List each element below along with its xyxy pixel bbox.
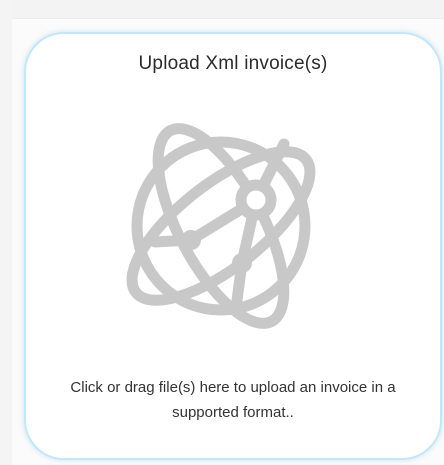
atom-globe-icon [126,123,316,329]
panel-top-edge [12,0,444,19]
file-dropzone[interactable]: Upload Xml invoice(s) Click or drag file… [24,32,442,460]
page: Upload Xml invoice(s) Click or drag file… [0,0,444,465]
dropzone-hint: Click or drag file(s) here to upload an … [70,379,396,421]
dropzone-title: Upload Xml invoice(s) [138,53,328,74]
